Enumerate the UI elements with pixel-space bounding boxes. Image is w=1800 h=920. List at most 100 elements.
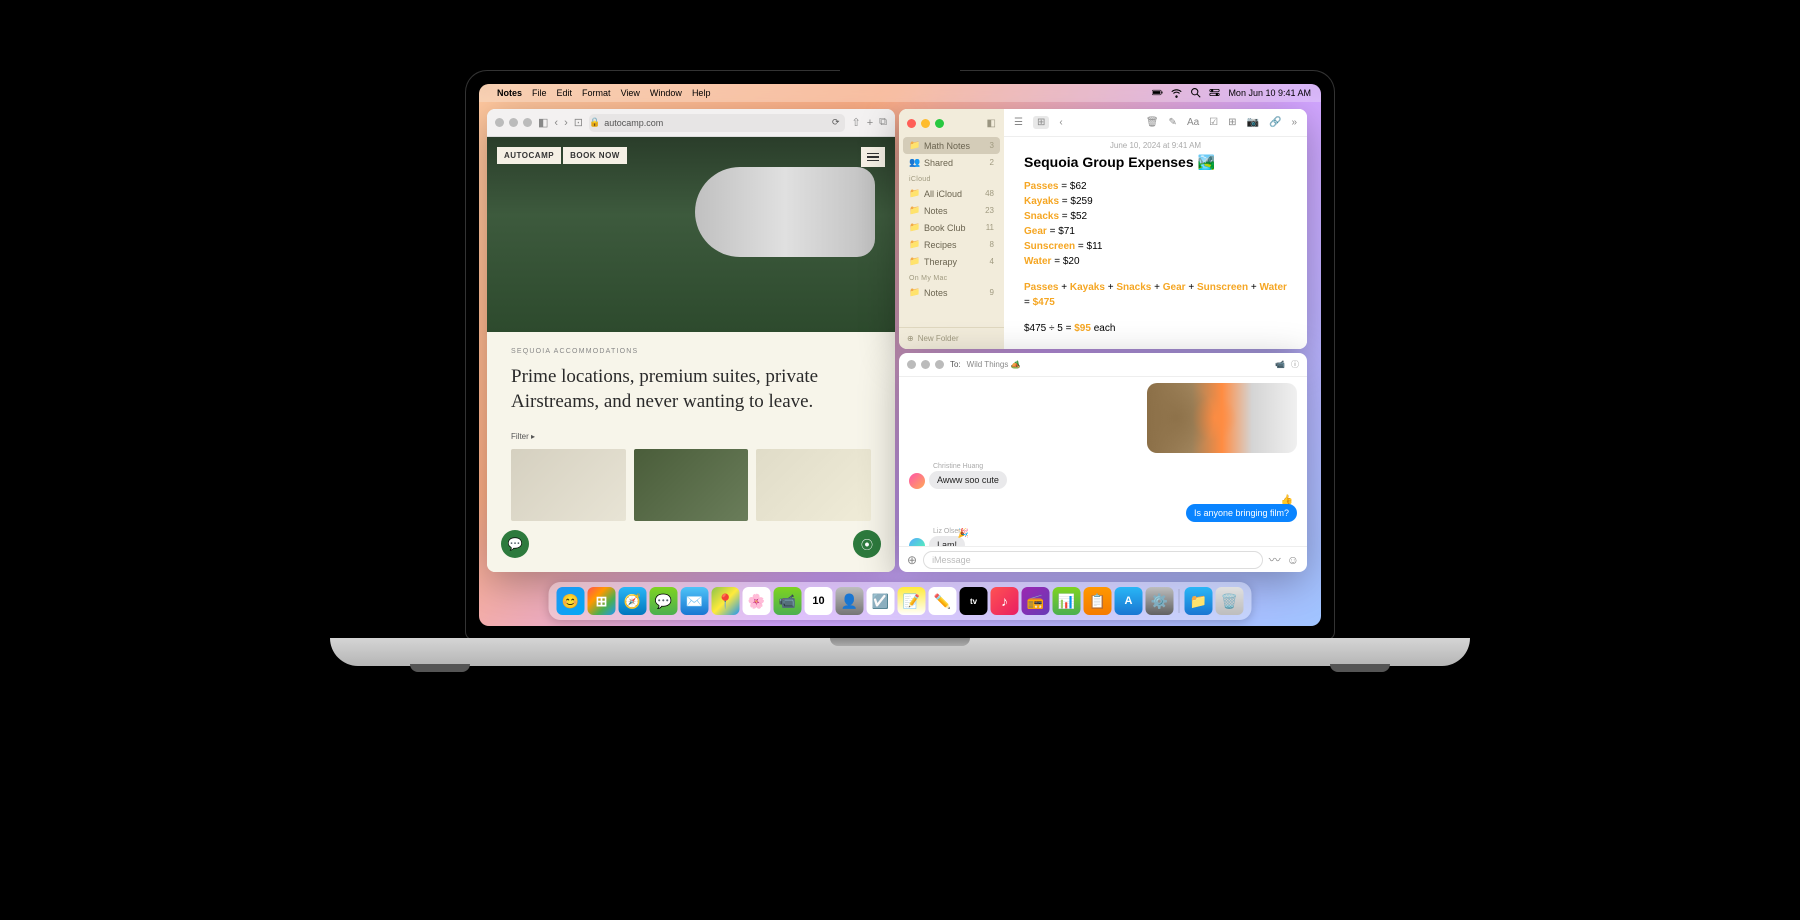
link-icon[interactable]: 🔗 — [1269, 117, 1281, 128]
battery-icon[interactable] — [1152, 87, 1163, 100]
tapback-reaction[interactable]: 🎉 — [958, 528, 969, 539]
minimize-button[interactable] — [509, 118, 518, 127]
delete-icon[interactable]: 🗑 — [1146, 117, 1159, 128]
compose-icon[interactable]: ✎ — [1169, 117, 1177, 128]
more-icon[interactable]: » — [1291, 117, 1297, 128]
dock-facetime[interactable]: 📹 — [774, 587, 802, 615]
accommodation-thumb[interactable] — [634, 449, 749, 521]
close-button[interactable] — [907, 119, 916, 128]
new-folder-button[interactable]: ⊕ New Folder — [899, 327, 1004, 349]
menubar-clock[interactable]: Mon Jun 10 9:41 AM — [1228, 88, 1311, 98]
close-button[interactable] — [907, 360, 916, 369]
dock-downloads[interactable]: 📁 — [1185, 587, 1213, 615]
back-icon[interactable]: ‹ — [1059, 117, 1062, 128]
expense-line[interactable]: Kayaks = $259 — [1024, 194, 1287, 209]
dock-appstore[interactable]: A — [1115, 587, 1143, 615]
expense-line[interactable]: Passes = $62 — [1024, 179, 1287, 194]
list-view-icon[interactable]: ☰ — [1014, 117, 1023, 128]
dock-messages[interactable]: 💬 — [650, 587, 678, 615]
back-button[interactable]: ‹ — [554, 117, 558, 129]
sidebar-toggle-icon[interactable]: ◧ — [538, 116, 548, 129]
dock-settings[interactable]: ⚙️ — [1146, 587, 1174, 615]
dock-tv[interactable]: tv — [960, 587, 988, 615]
tabs-icon[interactable]: ⧉ — [879, 116, 887, 129]
message-input[interactable]: iMessage — [923, 551, 1263, 569]
note-sum-line[interactable]: Passes + Kayaks + Snacks + Gear + Sunscr… — [1024, 280, 1287, 310]
zoom-button[interactable] — [523, 118, 532, 127]
dock-notes[interactable]: 📝 — [898, 587, 926, 615]
info-icon[interactable]: ⓘ — [1291, 359, 1299, 370]
folder-item[interactable]: 📁Book Club11 — [903, 219, 1000, 236]
table-icon[interactable]: ⊞ — [1228, 117, 1236, 128]
privacy-icon[interactable]: ⊡ — [574, 116, 583, 129]
minimize-button[interactable] — [921, 360, 930, 369]
folder-item[interactable]: 📁Therapy4 — [903, 253, 1000, 270]
menubar-item-edit[interactable]: Edit — [557, 88, 573, 98]
conversation-name[interactable]: Wild Things 🏕️ — [967, 360, 1021, 369]
emoji-icon[interactable]: ☺ — [1287, 553, 1299, 567]
dock-contacts[interactable]: 👤 — [836, 587, 864, 615]
apps-icon[interactable]: ⊕ — [907, 553, 917, 567]
sidebar-toggle-icon[interactable]: ◧ — [987, 118, 996, 129]
checklist-icon[interactable]: ☑ — [1209, 117, 1218, 128]
dock-photos[interactable]: 🌸 — [743, 587, 771, 615]
format-icon[interactable]: Aa — [1187, 117, 1199, 128]
note-division-line[interactable]: $475 ÷ 5 = $95 each — [1024, 321, 1287, 336]
dock-numbers[interactable]: 📊 — [1053, 587, 1081, 615]
hamburger-menu[interactable] — [861, 147, 885, 167]
image-message[interactable] — [1147, 383, 1297, 453]
dock-launchpad[interactable]: ⊞ — [588, 587, 616, 615]
folder-item[interactable]: 📁All iCloud48 — [903, 185, 1000, 202]
dock-freeform[interactable]: ✏️ — [929, 587, 957, 615]
menubar-item-view[interactable]: View — [621, 88, 640, 98]
dock-podcasts[interactable]: 📻 — [1022, 587, 1050, 615]
facetime-icon[interactable]: 📹 — [1275, 360, 1285, 369]
dock-mail[interactable]: ✉️ — [681, 587, 709, 615]
expense-line[interactable]: Snacks = $52 — [1024, 209, 1287, 224]
expense-line[interactable]: Gear = $71 — [1024, 224, 1287, 239]
dock-keynote[interactable]: 📋 — [1084, 587, 1112, 615]
note-title[interactable]: Sequoia Group Expenses 🏞️ — [1024, 154, 1287, 171]
folder-item[interactable]: 📁Math Notes3 — [903, 137, 1000, 154]
expense-line[interactable]: Sunscreen = $11 — [1024, 239, 1287, 254]
menubar-app-name[interactable]: Notes — [497, 88, 522, 98]
book-now-button[interactable]: BOOK NOW — [563, 147, 627, 164]
menubar-item-format[interactable]: Format — [582, 88, 611, 98]
new-tab-icon[interactable]: + — [867, 117, 873, 129]
forward-button[interactable]: › — [564, 117, 568, 129]
media-icon[interactable]: 📷 — [1247, 117, 1259, 128]
dock-trash[interactable]: 🗑️ — [1216, 587, 1244, 615]
menubar-item-file[interactable]: File — [532, 88, 547, 98]
dock-music[interactable]: ♪ — [991, 587, 1019, 615]
share-icon[interactable]: ⇧ — [851, 116, 860, 129]
wifi-icon[interactable] — [1171, 87, 1182, 100]
expense-line[interactable]: Water = $20 — [1024, 254, 1287, 269]
dock-calendar[interactable]: 10 — [805, 587, 833, 615]
dock-reminders[interactable]: ☑️ — [867, 587, 895, 615]
message-bubble-outgoing[interactable]: Is anyone bringing film? — [1186, 504, 1297, 522]
audio-icon[interactable]: 〰 — [1269, 551, 1281, 568]
close-button[interactable] — [495, 118, 504, 127]
minimize-button[interactable] — [921, 119, 930, 128]
dock-safari[interactable]: 🧭 — [619, 587, 647, 615]
dock-maps[interactable]: 📍 — [712, 587, 740, 615]
folder-item[interactable]: 📁Notes9 — [903, 284, 1000, 301]
accommodation-thumb[interactable] — [511, 449, 626, 521]
filter-button[interactable]: Filter ▸ — [511, 432, 871, 441]
chat-button[interactable]: 💬 — [501, 530, 529, 558]
menubar-item-help[interactable]: Help — [692, 88, 711, 98]
menubar-item-window[interactable]: Window — [650, 88, 682, 98]
address-bar[interactable]: 🔒 autocamp.com ⟳ — [589, 114, 846, 132]
gallery-view-icon[interactable]: ⊞ — [1033, 116, 1049, 129]
folder-item[interactable]: 📁Notes23 — [903, 202, 1000, 219]
accessibility-button[interactable]: ⦿ — [853, 530, 881, 558]
avatar[interactable] — [909, 473, 925, 489]
control-center-icon[interactable] — [1209, 87, 1220, 100]
zoom-button[interactable] — [935, 360, 944, 369]
dock-finder[interactable]: 😊 — [557, 587, 585, 615]
accommodation-thumb[interactable] — [756, 449, 871, 521]
reload-icon[interactable]: ⟳ — [832, 117, 840, 128]
message-bubble[interactable]: Awww soo cute — [929, 471, 1007, 489]
spotlight-icon[interactable] — [1190, 87, 1201, 100]
avatar[interactable] — [909, 538, 925, 546]
